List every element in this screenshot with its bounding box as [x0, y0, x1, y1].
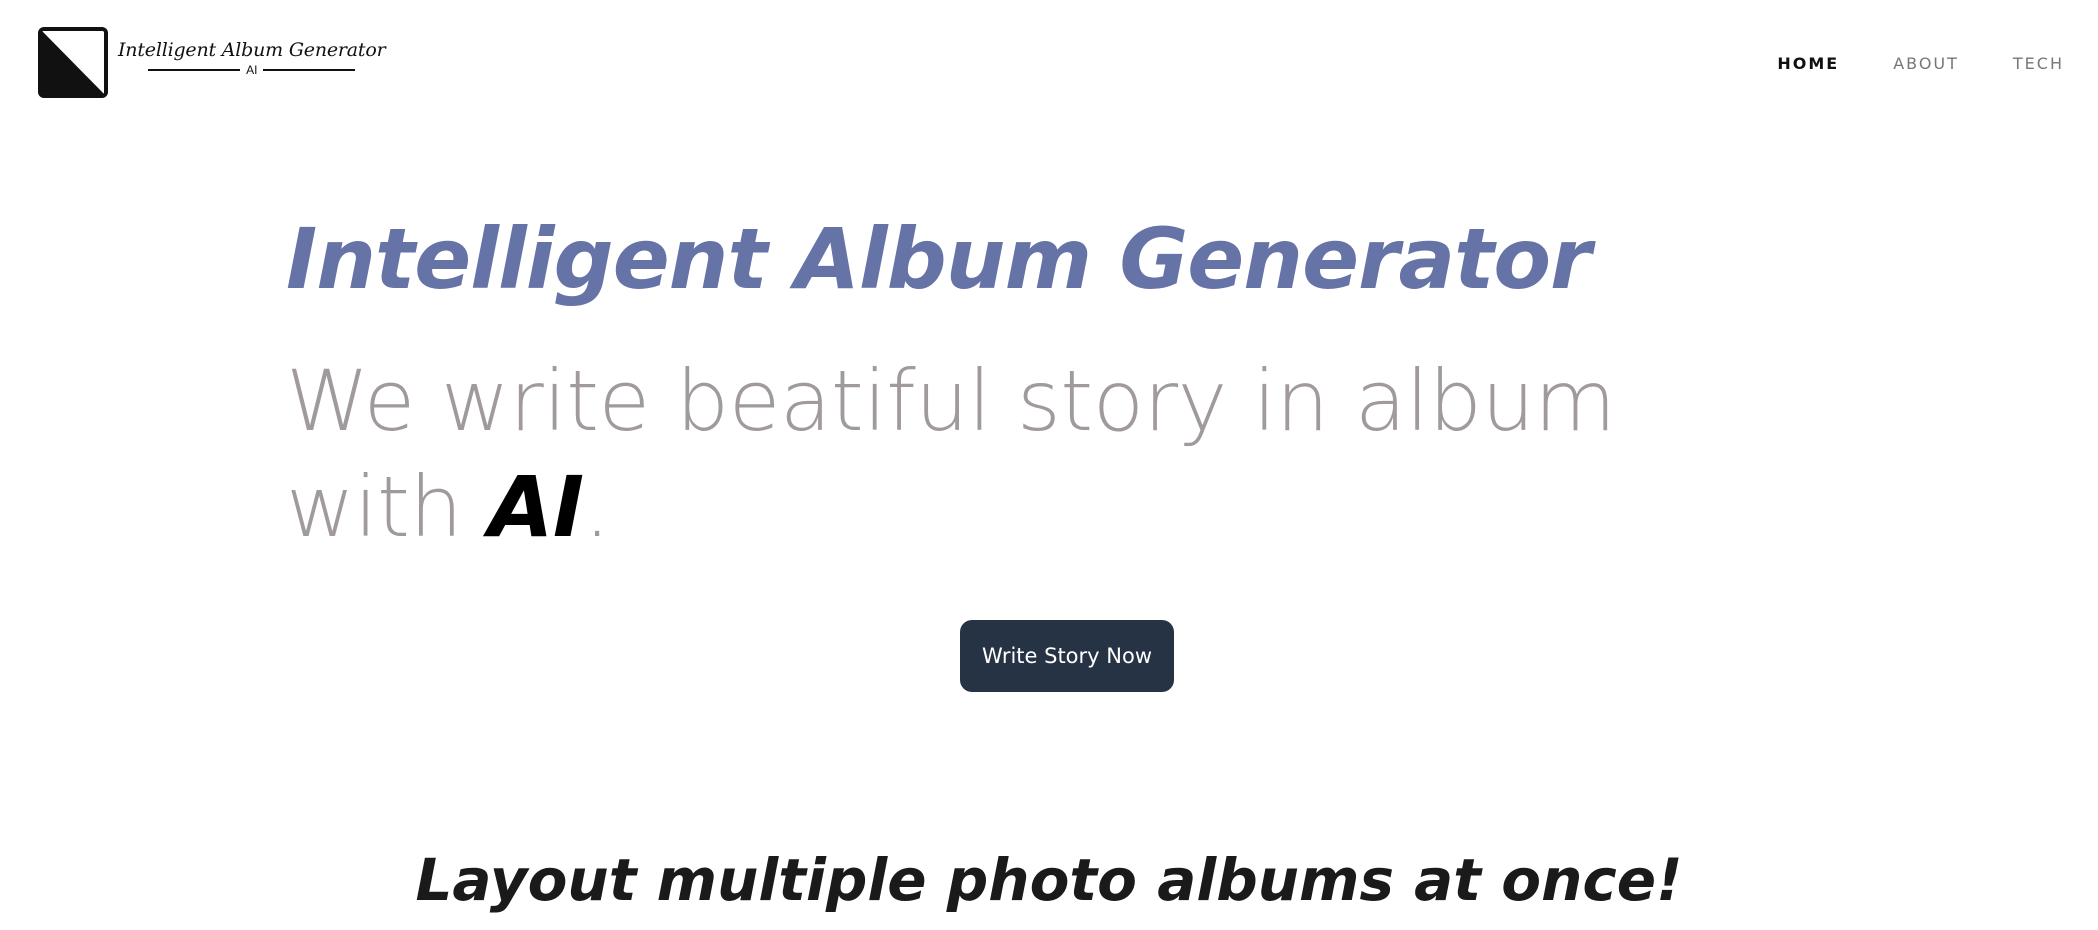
hero-subtitle: We write beatiful story in album with AI… — [286, 348, 1786, 560]
nav-item-about[interactable]: ABOUT — [1893, 54, 1959, 73]
logo-text: Intelligent Album Generator AI — [118, 39, 386, 77]
diagonal-square-logo-icon — [38, 27, 108, 98]
hero-subtitle-suffix: . — [583, 458, 611, 556]
page: Intelligent Album Generator AI HOME ABOU… — [0, 0, 2098, 930]
hero-title: Intelligent Album Generator — [286, 210, 1591, 308]
hero-subtitle-prefix: with — [286, 458, 489, 556]
nav-item-home[interactable]: HOME — [1777, 54, 1839, 73]
logo-divider — [263, 69, 356, 71]
logo-divider — [148, 69, 241, 71]
hero-subtitle-line1: We write beatiful story in album — [286, 352, 1616, 450]
section-heading: Layout multiple photo albums at once! — [415, 846, 1683, 914]
logo-title: Intelligent Album Generator — [118, 39, 386, 61]
logo-subtitle-row: AI — [148, 63, 356, 77]
hero-subtitle-line2: with AI. — [286, 454, 1786, 560]
main-nav: HOME ABOUT TECH — [1777, 54, 2064, 73]
nav-item-tech[interactable]: TECH — [2013, 54, 2064, 73]
write-story-button[interactable]: Write Story Now — [960, 620, 1174, 692]
logo-subtitle: AI — [246, 63, 258, 77]
hero-subtitle-emphasis: AI — [488, 458, 584, 556]
logo[interactable]: Intelligent Album Generator AI — [38, 27, 386, 98]
